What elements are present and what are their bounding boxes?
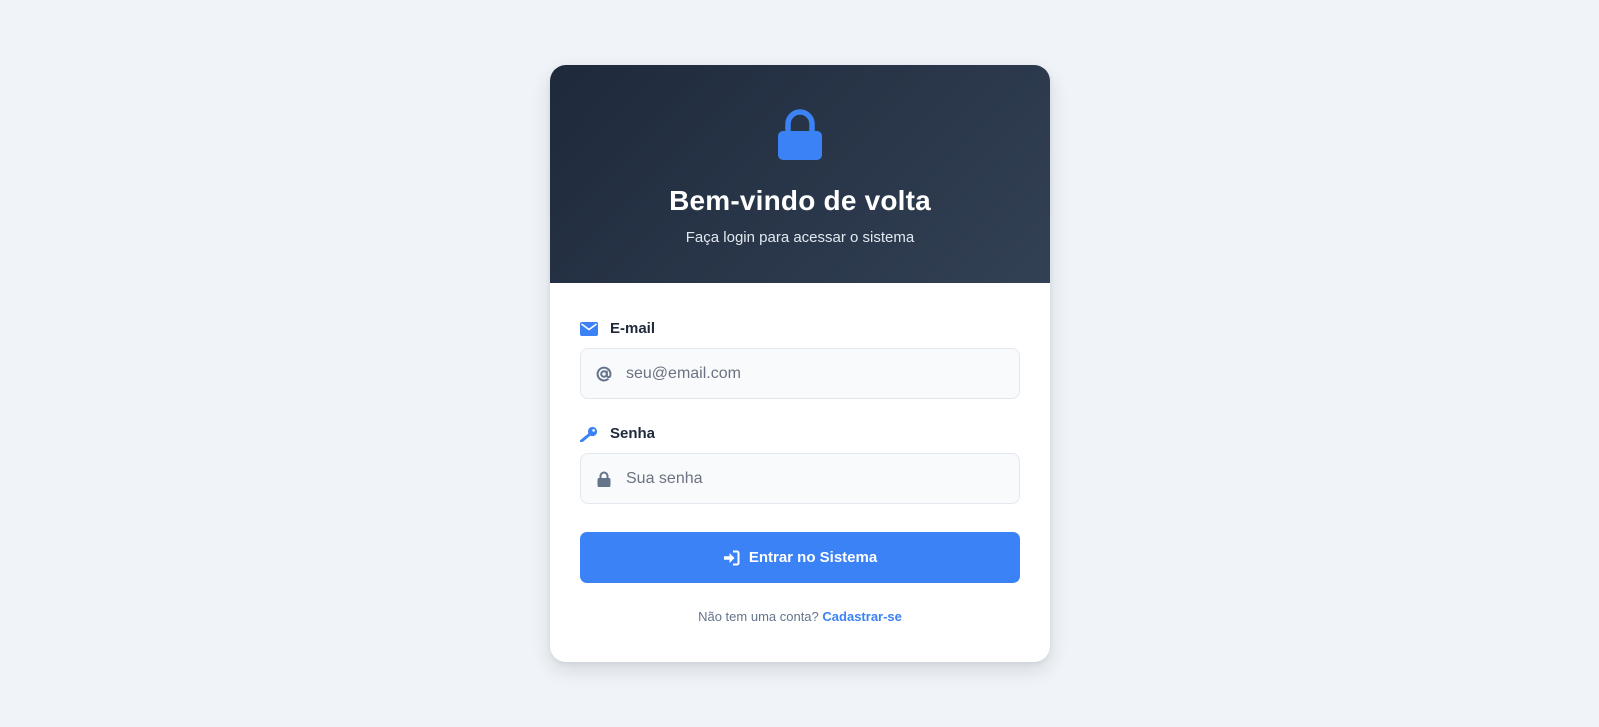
- page-title: Bem-vindo de volta: [669, 185, 931, 216]
- login-header: Bem-vindo de volta Faça login para acess…: [550, 65, 1050, 283]
- email-label-text: E-mail: [610, 320, 656, 337]
- password-field-wrapper: [580, 453, 1020, 504]
- email-label: E-mail: [580, 320, 655, 337]
- page-subtitle: Faça login para acessar o sistema: [685, 229, 915, 246]
- sign-in-icon: [723, 550, 740, 565]
- signup-prompt: Não tem uma conta? Cadastrar-se: [550, 609, 1050, 624]
- password-input[interactable]: [626, 454, 1019, 503]
- lock-icon: [778, 109, 822, 160]
- envelope-icon: [580, 321, 598, 336]
- email-input[interactable]: [626, 349, 1019, 398]
- login-button-label: Entrar no Sistema: [748, 549, 878, 566]
- at-icon: [596, 366, 612, 381]
- signup-link[interactable]: Cadastrar-se: [822, 609, 902, 624]
- signup-prompt-text: Não tem uma conta?: [698, 609, 819, 624]
- login-button[interactable]: Entrar no Sistema: [580, 532, 1020, 583]
- login-card: Bem-vindo de volta Faça login para acess…: [550, 65, 1050, 662]
- key-icon: [580, 426, 598, 442]
- password-label: Senha: [580, 425, 655, 442]
- login-form: E-mail Senha: [550, 283, 1050, 662]
- email-field-wrapper: [580, 348, 1020, 399]
- lock-icon: [597, 471, 611, 487]
- password-label-text: Senha: [610, 425, 656, 442]
